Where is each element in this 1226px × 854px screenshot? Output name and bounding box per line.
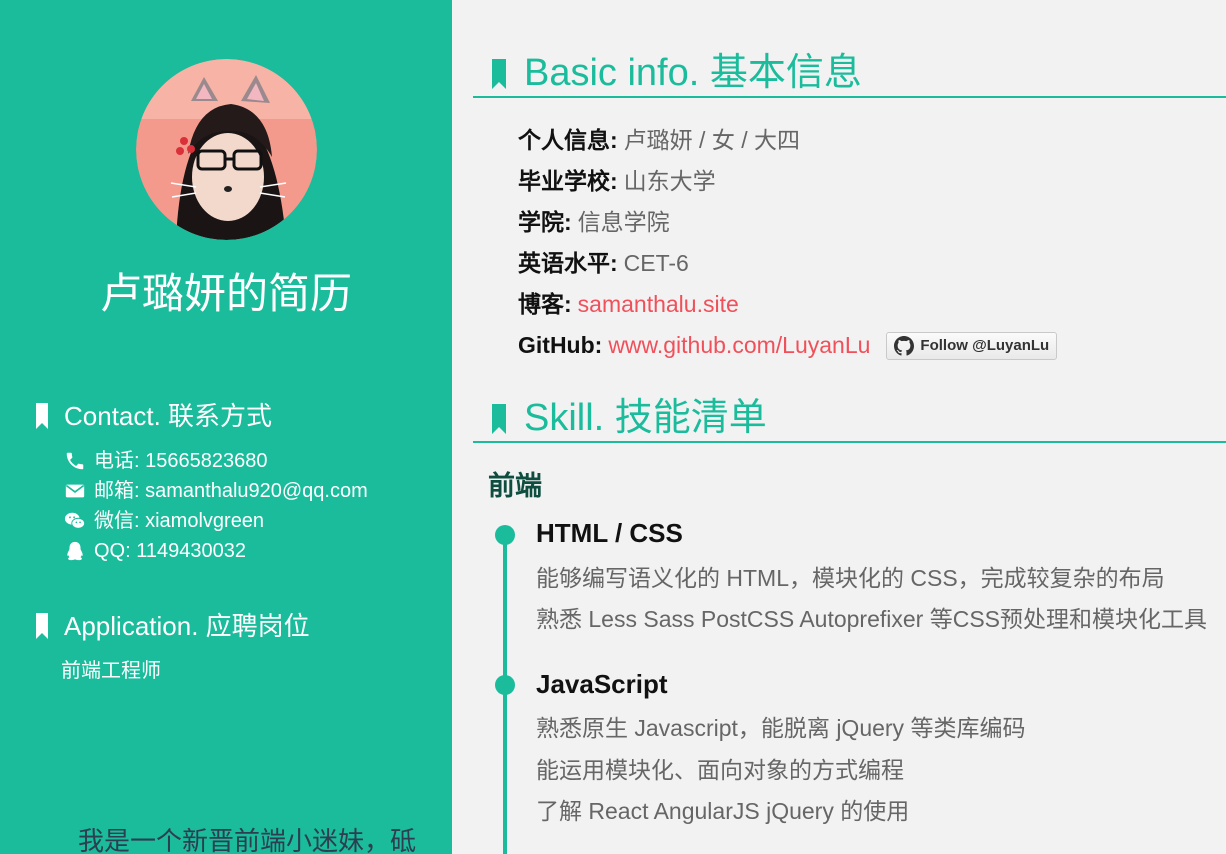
avatar bbox=[136, 59, 317, 240]
info-row-github: GitHub: www.github.com/LuyanLu Follow @L… bbox=[518, 325, 1058, 366]
contact-phone-text: 电话: 15665823680 bbox=[94, 450, 268, 472]
application-heading: Application. 应聘岗位 bbox=[36, 610, 310, 642]
skill-line: 了解 React AngularJS jQuery 的使用 bbox=[536, 798, 910, 824]
main-content: Basic info. 基本信息 个人信息: 卢璐妍 / 女 / 大四 毕业学校… bbox=[452, 0, 1226, 854]
github-follow-label: Follow @LuyanLu bbox=[920, 337, 1050, 354]
github-link[interactable]: www.github.com/LuyanLu bbox=[608, 325, 870, 366]
contact-item-phone: 电话: 15665823680 bbox=[64, 446, 368, 476]
skill-heading: Skill. 技能清单 bbox=[473, 395, 1226, 443]
info-row-personal: 个人信息: 卢璐妍 / 女 / 大四 bbox=[518, 120, 1057, 161]
basic-info-heading: Basic info. 基本信息 bbox=[473, 50, 1226, 98]
skill-heading-text: Skill. 技能清单 bbox=[524, 397, 767, 439]
skill-line: 熟悉 Less Sass PostCSS Autoprefixer 等CSS预处… bbox=[536, 606, 1208, 632]
bookmark-icon bbox=[36, 403, 48, 429]
skill-line: 能够编写语义化的 HTML，模块化的 CSS，完成较复杂的布局 bbox=[536, 565, 1165, 591]
timeline-dot bbox=[495, 675, 515, 695]
info-label: 博客: bbox=[518, 291, 572, 317]
timeline-dot bbox=[495, 525, 515, 545]
resume-title: 卢璐妍的简历 bbox=[99, 270, 352, 317]
skill-title-html-css: HTML / CSS bbox=[536, 518, 683, 548]
skill-line: 熟悉原生 Javascript，能脱离 jQuery 等类库编码 bbox=[536, 715, 1026, 741]
basic-info-list: 个人信息: 卢璐妍 / 女 / 大四 毕业学校: 山东大学 学院: 信息学院 英… bbox=[518, 120, 1058, 366]
info-label: GitHub: bbox=[518, 332, 603, 358]
bookmark-icon bbox=[36, 613, 48, 639]
contact-heading: Contact. 联系方式 bbox=[36, 400, 272, 432]
info-row-blog: 博客: samanthalu.site bbox=[518, 284, 1057, 325]
info-value: 卢璐妍 / 女 / 大四 bbox=[623, 127, 801, 153]
qq-icon bbox=[67, 541, 83, 561]
info-label: 学院: bbox=[518, 209, 572, 235]
basic-info-heading-text: Basic info. 基本信息 bbox=[524, 52, 862, 94]
phone-icon bbox=[66, 452, 84, 470]
application-heading-text: Application. 应聘岗位 bbox=[64, 611, 310, 641]
skill-line: 能运用模块化、面向对象的方式编程 bbox=[536, 757, 904, 783]
contact-wechat-text: 微信: xiamolvgreen bbox=[94, 510, 265, 532]
bookmark-icon bbox=[492, 59, 506, 89]
info-label: 毕业学校: bbox=[518, 168, 618, 194]
info-row-school: 毕业学校: 山东大学 bbox=[518, 161, 1057, 202]
frontend-heading: 前端 bbox=[488, 471, 542, 501]
github-follow-button[interactable]: Follow @LuyanLu bbox=[886, 331, 1058, 360]
contact-email-text: 邮箱: samanthalu920@qq.com bbox=[94, 480, 368, 502]
wechat-icon bbox=[64, 512, 86, 529]
application-role: 前端工程师 bbox=[61, 660, 161, 682]
info-value: 信息学院 bbox=[577, 209, 670, 235]
info-value: CET-6 bbox=[623, 250, 689, 276]
contact-list: 电话: 15665823680 邮箱: samanthalu920@qq.com… bbox=[64, 446, 368, 566]
contact-item-wechat: 微信: xiamolvgreen bbox=[64, 506, 368, 536]
bookmark-icon bbox=[492, 404, 506, 434]
contact-qq-text: QQ: 1149430032 bbox=[94, 540, 246, 562]
info-label: 英语水平: bbox=[518, 250, 618, 276]
skill-title-javascript: JavaScript bbox=[536, 669, 668, 699]
sidebar: 卢璐妍的简历 Contact. 联系方式 电话: 15665823680 邮箱:… bbox=[0, 0, 452, 854]
contact-item-email: 邮箱: samanthalu920@qq.com bbox=[64, 476, 368, 506]
contact-item-qq: QQ: 1149430032 bbox=[64, 536, 368, 566]
intro-text: 我是一个新晋前端小迷妹，砥 bbox=[78, 826, 417, 854]
contact-heading-text: Contact. 联系方式 bbox=[64, 401, 273, 431]
info-row-english: 英语水平: CET-6 bbox=[518, 243, 1057, 284]
info-row-college: 学院: 信息学院 bbox=[518, 202, 1057, 243]
envelope-icon bbox=[65, 484, 85, 498]
blog-link[interactable]: samanthalu.site bbox=[578, 284, 739, 325]
info-value: 山东大学 bbox=[623, 168, 716, 194]
github-icon bbox=[894, 335, 915, 356]
info-label: 个人信息: bbox=[518, 127, 618, 153]
